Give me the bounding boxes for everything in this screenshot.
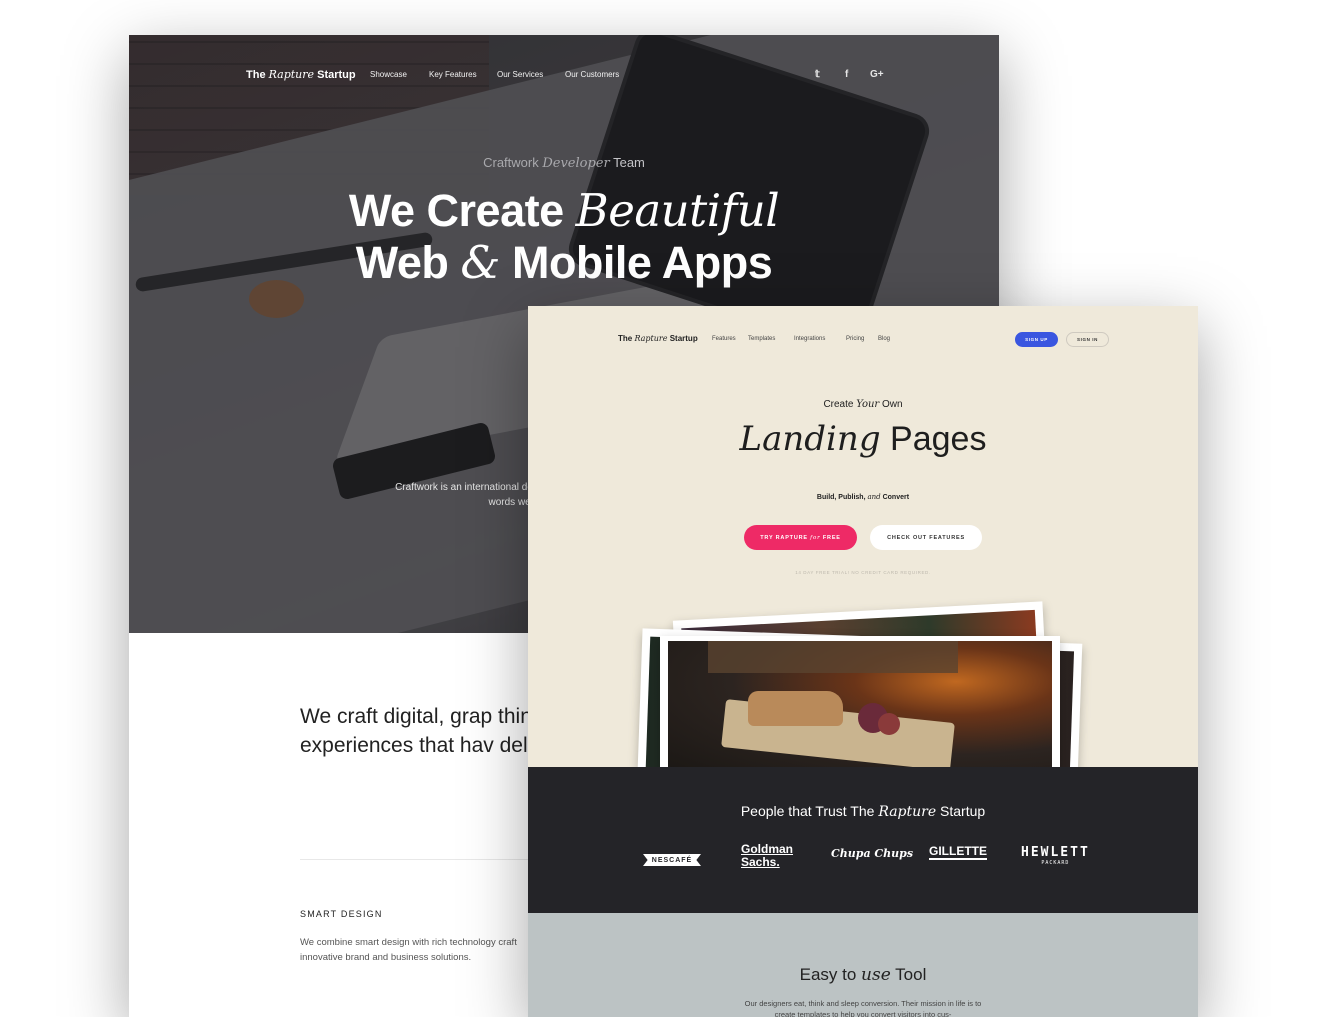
- brand-text-italic: Rapture: [634, 334, 668, 343]
- brand-text: Startup: [667, 334, 698, 343]
- hero-headline-italic: &: [460, 236, 500, 289]
- try-free-label: FREE: [822, 534, 841, 541]
- hero-headline-text: Web: [355, 237, 461, 288]
- top-nav: The Rapture Startup Showcase Key Feature…: [246, 68, 999, 88]
- brand-logo[interactable]: The Rapture Startup: [246, 68, 356, 81]
- try-free-label: TRY RAPTURE: [760, 534, 808, 541]
- section-title-smart-design: SMART DESIGN: [300, 909, 383, 919]
- goldman-sachs-logo: Goldman Sachs.: [741, 843, 793, 869]
- front-page-preview: The Rapture Startup Features Templates I…: [528, 306, 1198, 1017]
- front-nav-pricing[interactable]: Pricing: [846, 336, 864, 342]
- twitter-icon[interactable]: 𝕥: [815, 69, 820, 80]
- nav-link-key-features[interactable]: Key Features: [429, 70, 477, 79]
- photo-stack-front: [660, 636, 1060, 776]
- landing-eyebrow-text: Create: [823, 399, 857, 410]
- landing-subtitle-text: Build, Publish,: [816, 494, 868, 501]
- landing-title-italic: Landing: [739, 419, 881, 459]
- nav-link-our-customers[interactable]: Our Customers: [565, 70, 619, 79]
- hero-eyebrow-text: Craftwork: [483, 155, 543, 170]
- hp-logo-subtext: PACKARD: [1041, 860, 1070, 866]
- brand-text: Startup: [314, 69, 356, 81]
- chupa-chups-logo: Chupa Chups: [831, 847, 914, 860]
- google-plus-icon[interactable]: G+: [870, 69, 884, 80]
- photo-fig: [878, 713, 900, 735]
- check-features-button[interactable]: CHECK OUT FEATURES: [870, 525, 982, 550]
- trust-title-italic: Rapture: [878, 804, 937, 820]
- easy-to-use-text: Our designers eat, think and sleep conve…: [744, 999, 982, 1017]
- hp-logo-text: HEWLETT: [1021, 845, 1090, 860]
- facebook-icon[interactable]: f: [845, 69, 848, 80]
- hero-headline-text: We Create: [348, 185, 576, 236]
- section-text-smart-design: We combine smart design with rich techno…: [300, 937, 517, 963]
- sign-up-button[interactable]: SIGN UP: [1015, 332, 1058, 347]
- easy-to-use-title: Easy to use Tool: [528, 965, 1198, 985]
- front-nav-features[interactable]: Features: [712, 336, 736, 342]
- brand-text-italic: Rapture: [268, 68, 315, 81]
- trust-title-text: Startup: [936, 803, 986, 819]
- trust-title-text: People that Trust The: [740, 803, 879, 819]
- easy-title-italic: use: [861, 965, 891, 985]
- front-nav-integrations[interactable]: Integrations: [794, 336, 825, 342]
- hero-headline: We Create Beautiful Web & Mobile Apps: [129, 185, 999, 289]
- landing-subtitle: Build, Publish, and Convert: [528, 493, 1198, 501]
- trial-note: 14 DAY FREE TRIAL! NO CREDIT CARD REQUIR…: [795, 570, 931, 575]
- landing-eyebrow-text: Own: [879, 399, 903, 410]
- hero-eyebrow-text: Team: [609, 155, 645, 170]
- goldman-logo-text: Sachs.: [741, 855, 780, 869]
- hero-headline-italic: Beautiful: [575, 184, 780, 237]
- nescafe-logo: NESCAFÉ: [643, 847, 701, 873]
- gillette-logo: GILLETTE: [929, 844, 987, 860]
- photo-bread: [748, 691, 843, 726]
- brand-text: The: [618, 334, 635, 343]
- easy-title-text: Easy to: [799, 965, 862, 984]
- landing-eyebrow-italic: Your: [856, 399, 880, 410]
- hero-eyebrow: Craftwork Developer Team: [129, 155, 999, 171]
- landing-eyebrow: Create Your Own: [528, 399, 1198, 410]
- brand-text: The: [246, 69, 269, 81]
- landing-title: Landing Pages: [528, 416, 1198, 462]
- nav-link-our-services[interactable]: Our Services: [497, 70, 543, 79]
- hewlett-packard-logo: HEWLETT PACKARD: [1021, 845, 1090, 866]
- landing-subtitle-text: Convert: [880, 494, 910, 501]
- photo-image-food: [668, 641, 1052, 776]
- front-brand-logo[interactable]: The Rapture Startup: [618, 334, 698, 343]
- trust-title: People that Trust The Rapture Startup: [528, 803, 1198, 820]
- photo-shelf: [708, 641, 958, 673]
- try-free-button[interactable]: TRY RAPTURE for FREE: [744, 525, 857, 550]
- front-nav-blog[interactable]: Blog: [878, 336, 890, 342]
- landing-title-text: Pages: [880, 420, 987, 458]
- try-free-label-italic: for: [810, 534, 821, 541]
- hero-eyebrow-italic: Developer: [542, 156, 610, 171]
- front-nav-templates[interactable]: Templates: [748, 336, 775, 342]
- hero-headline-text: Mobile Apps: [499, 237, 773, 288]
- nescafe-logo-text: NESCAFÉ: [643, 854, 701, 866]
- nav-link-showcase[interactable]: Showcase: [370, 70, 407, 79]
- sign-in-button[interactable]: SIGN IN: [1066, 332, 1109, 347]
- landing-subtitle-italic: and: [867, 493, 881, 501]
- trust-section: People that Trust The Rapture Startup NE…: [528, 767, 1198, 913]
- easy-to-use-section: Easy to use Tool Our designers eat, thin…: [528, 913, 1198, 1017]
- easy-title-text: Tool: [890, 965, 927, 984]
